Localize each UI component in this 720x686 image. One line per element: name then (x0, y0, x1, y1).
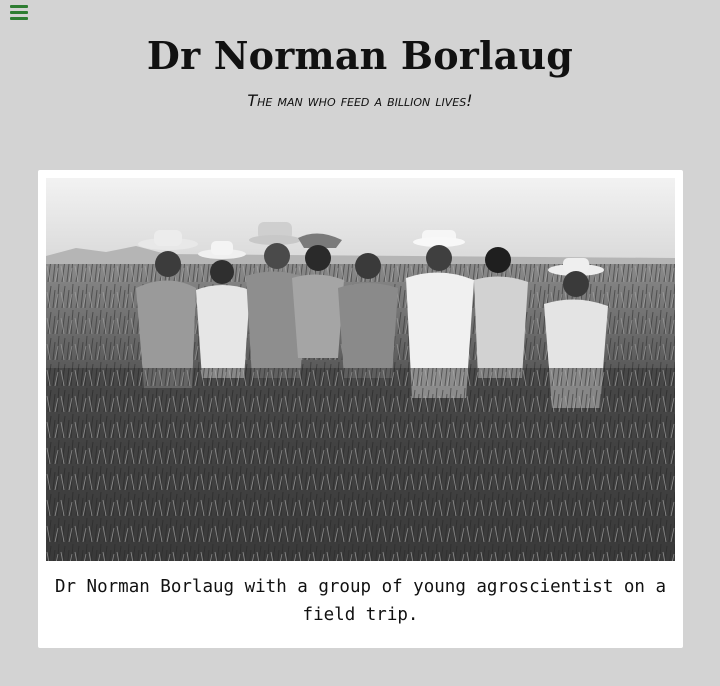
photo-caption: Dr Norman Borlaug with a group of young … (54, 577, 667, 625)
menu-icon-bar (10, 5, 28, 8)
field-trip-photo (46, 178, 675, 561)
menu-icon-bar (10, 11, 28, 14)
menu-button[interactable] (10, 4, 30, 20)
menu-icon-bar (10, 17, 28, 20)
photo-card: Dr Norman Borlaug with a group of young … (38, 170, 683, 648)
page-title: Dr Norman Borlaug (146, 33, 574, 78)
page-tagline: The man who feed a billion lives! (247, 91, 473, 110)
